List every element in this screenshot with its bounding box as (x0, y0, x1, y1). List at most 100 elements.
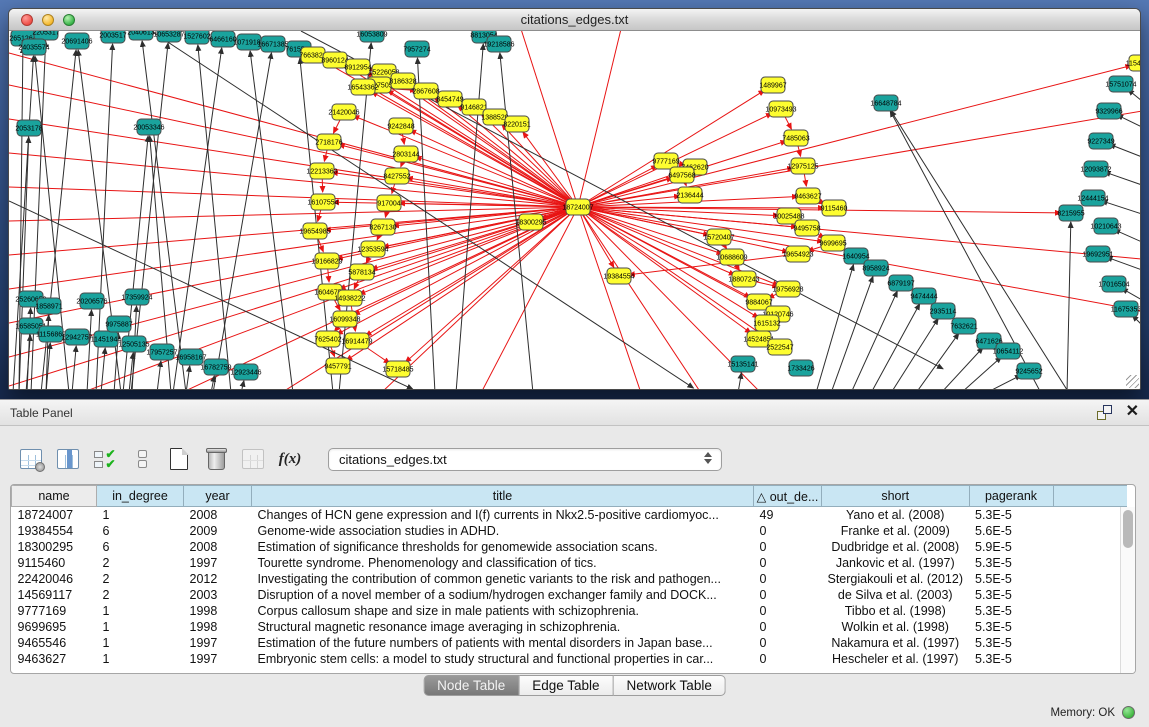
delete-table-icon[interactable] (203, 446, 229, 472)
graph-node-10653287[interactable]: 10653287 (153, 31, 184, 42)
graph-node-12923446[interactable]: 12923446 (230, 364, 261, 380)
tab-node-table[interactable]: Node Table (423, 675, 519, 696)
table-row[interactable]: 969969511998Structural magnetic resonanc… (12, 619, 1128, 635)
table-row[interactable]: 946362711997Embryonic stem cells: a mode… (12, 651, 1128, 667)
graph-node-10654112[interactable]: 10654112 (993, 343, 1024, 359)
table-row[interactable]: 911546021997Tourette syndrome. Phenomeno… (12, 555, 1128, 571)
graph-node-7957274[interactable]: 7957274 (403, 41, 430, 57)
graph-node-9115460[interactable]: 9115460 (821, 200, 848, 216)
table-row[interactable]: 1830029562008Estimation of significance … (12, 539, 1128, 555)
graph-node-15135141[interactable]: 15135141 (727, 356, 758, 372)
table-row[interactable]: 1456911722003Disruption of a novel membe… (12, 587, 1128, 603)
graph-node-8427552[interactable]: 8427552 (383, 168, 410, 184)
graph-node-8186328[interactable]: 8186328 (389, 73, 416, 89)
graph-node-17359924[interactable]: 17359924 (121, 289, 152, 305)
graph-node-14938222[interactable]: 14938222 (334, 290, 365, 306)
graph-node-1733426[interactable]: 1733426 (787, 360, 814, 376)
graph-node-12093872[interactable]: 12093872 (1080, 161, 1111, 177)
graph-node-2136444[interactable]: 2136444 (676, 187, 703, 203)
column-header-pagerank[interactable]: pagerank (969, 486, 1053, 507)
graph-node-9699695[interactable]: 9699695 (819, 235, 846, 251)
graph-node-9242848[interactable]: 9242848 (387, 118, 414, 134)
graph-node-16099348[interactable]: 16099348 (329, 311, 360, 327)
graph-node-12444154[interactable]: 12444154 (1077, 190, 1108, 206)
tab-network-table[interactable]: Network Table (614, 675, 726, 696)
graph-node-9495758[interactable]: 9495758 (793, 220, 820, 236)
graph-node-15751074[interactable]: 15751074 (1105, 76, 1136, 92)
graph-node-16648784[interactable]: 16648784 (870, 95, 901, 111)
graph-node-16671385[interactable]: 16671385 (257, 36, 288, 52)
graph-node-17957257[interactable]: 17957257 (146, 344, 177, 360)
graph-node-15720407[interactable]: 15720407 (703, 229, 734, 245)
graph-node-1858971[interactable]: 1858971 (35, 298, 62, 314)
memory-status-dot[interactable] (1122, 706, 1135, 719)
network-view-window[interactable]: citations_edges.txt 26512642205317240355… (8, 8, 1141, 390)
graph-node-19384554[interactable]: 19384554 (603, 268, 634, 284)
graph-node-9245652[interactable]: 9245652 (1015, 363, 1042, 379)
graph-node-6879197[interactable]: 6879197 (887, 275, 914, 291)
graph-node-10973493[interactable]: 10973493 (765, 101, 796, 117)
graph-node-19166829[interactable]: 19166829 (311, 253, 342, 269)
scrollbar-thumb[interactable] (1123, 510, 1133, 548)
graph-node-12353594[interactable]: 12353594 (357, 241, 388, 257)
graph-node-11548408[interactable]: 11548408 (1126, 55, 1140, 71)
graph-node-9463627[interactable]: 9463627 (794, 188, 821, 204)
network-canvas[interactable]: 2651264220531724035574206914062003517204… (9, 31, 1140, 389)
table-scrollbar[interactable] (1120, 507, 1135, 673)
graph-node-16958167[interactable]: 16958167 (175, 349, 206, 365)
graph-node-5878134[interactable]: 5878134 (348, 264, 375, 280)
graph-node-16053809[interactable]: 16053809 (356, 31, 387, 42)
graph-node-8215955[interactable]: 8215955 (1057, 205, 1084, 221)
window-titlebar[interactable]: citations_edges.txt (9, 9, 1140, 31)
graph-node-20206576[interactable]: 20206576 (76, 293, 107, 309)
column-settings-icon[interactable] (18, 446, 44, 472)
graph-node-16914479[interactable]: 16914479 (341, 333, 372, 349)
graph-node-11675353[interactable]: 11675353 (1111, 301, 1140, 317)
graph-node-19756928[interactable]: 19756928 (772, 281, 803, 297)
graph-node-6497568[interactable]: 6497568 (668, 167, 695, 183)
graph-node-7625402[interactable]: 7625402 (314, 331, 341, 347)
graph-node-12213363[interactable]: 12213363 (306, 163, 337, 179)
graph-node-8220151[interactable]: 8220151 (503, 116, 530, 132)
window-resize-grip[interactable] (1126, 375, 1139, 388)
graph-node-12505135[interactable]: 12505135 (118, 336, 149, 352)
function-builder-icon[interactable]: f(x) (277, 446, 303, 472)
graph-node-15718485[interactable]: 15718485 (382, 361, 413, 377)
graph-node-20691406[interactable]: 20691406 (61, 33, 92, 49)
graph-node-9329966[interactable]: 9329966 (1095, 103, 1122, 119)
graph-node-19692951[interactable]: 19692951 (1082, 246, 1113, 262)
graph-node-19654985[interactable]: 19654985 (299, 223, 330, 239)
graph-node-12942757[interactable]: 12942757 (61, 329, 92, 345)
rows-icon[interactable] (129, 446, 155, 472)
graph-node-2522547[interactable]: 2522547 (766, 339, 793, 355)
table-row[interactable]: 946554611997Estimation of the future num… (12, 635, 1128, 651)
graph-node-2040613[interactable]: 2040613 (127, 31, 154, 40)
table-row[interactable]: 1938455462009Genome-wide association stu… (12, 523, 1128, 539)
column-header-title[interactable]: title (252, 486, 754, 507)
graph-node-2003517[interactable]: 2003517 (99, 31, 126, 43)
column-header-in_degree[interactable]: in_degree (97, 486, 184, 507)
graph-node-2803144[interactable]: 2803144 (392, 146, 419, 162)
table-row[interactable]: 977716911998Corpus callosum shape and si… (12, 603, 1128, 619)
graph-node-10210643[interactable]: 10210643 (1090, 218, 1121, 234)
column-header-short[interactable]: short (822, 486, 970, 507)
graph-node-20053346[interactable]: 20053346 (133, 119, 164, 135)
graph-node-2935114[interactable]: 2935114 (930, 303, 957, 319)
graph-node-917004[interactable]: 917004 (377, 195, 401, 211)
column-header-year[interactable]: year (184, 486, 252, 507)
graph-node-7632621[interactable]: 7632621 (950, 318, 977, 334)
graph-node-2053178[interactable]: 2053178 (15, 120, 42, 136)
float-panel-icon[interactable] (1097, 405, 1112, 420)
graph-node-8958924[interactable]: 8958924 (862, 260, 889, 276)
graph-node-7485063[interactable]: 7485063 (782, 130, 809, 146)
table-selector-dropdown[interactable]: citations_edges.txt (328, 448, 722, 471)
table-row[interactable]: 2242004622012Investigating the contribut… (12, 571, 1128, 587)
graph-node-9975887[interactable]: 9975887 (105, 316, 132, 332)
column-header-name[interactable]: name (12, 486, 97, 507)
graph-node-11451944[interactable]: 11451944 (91, 331, 122, 347)
graph-node-2718176[interactable]: 2718176 (315, 134, 342, 150)
graph-node-24035574[interactable]: 24035574 (18, 39, 49, 55)
row-select-icon[interactable]: ✔ ✔ (92, 446, 118, 472)
select-columns-icon[interactable] (55, 446, 81, 472)
graph-node-10688609[interactable]: 10688609 (716, 249, 747, 265)
